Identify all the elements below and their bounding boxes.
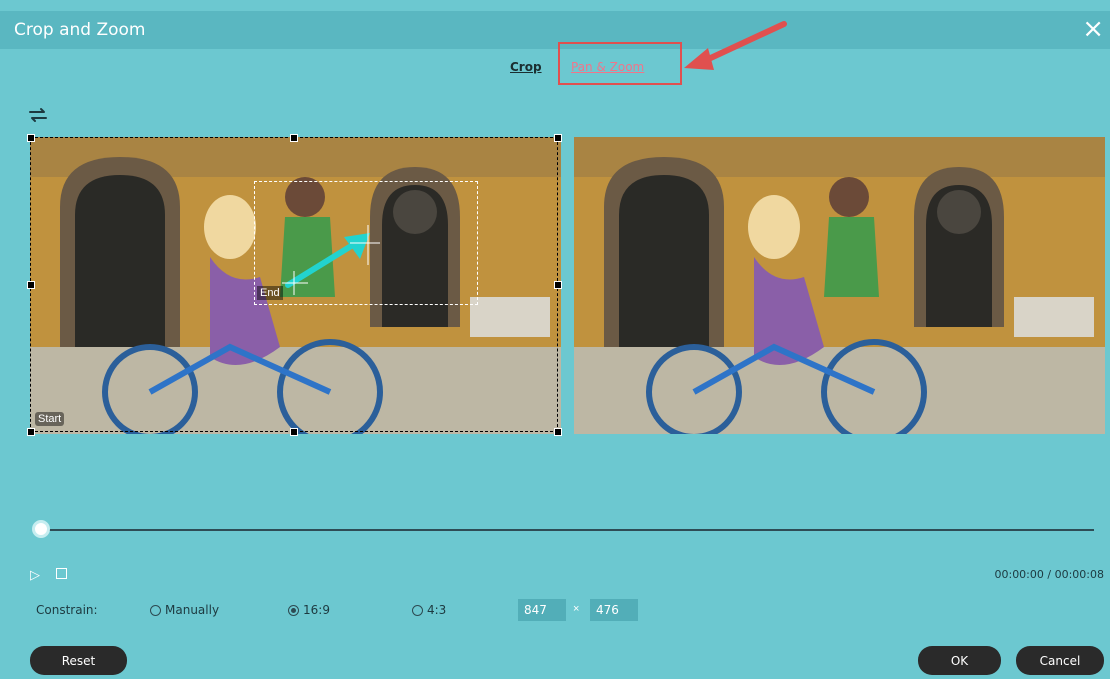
constrain-label: Constrain: — [36, 603, 98, 617]
cancel-button[interactable]: Cancel — [1016, 646, 1104, 675]
window-title: Crop and Zoom — [14, 20, 146, 40]
play-icon[interactable]: ▷ — [30, 567, 40, 583]
timeline-track[interactable] — [42, 529, 1094, 531]
radio-manually-indicator[interactable] — [150, 604, 161, 616]
radio-4-3-indicator[interactable] — [412, 604, 423, 616]
annotation-arrow-icon — [684, 21, 787, 70]
ok-button[interactable]: OK — [918, 646, 1001, 675]
radio-16-9-label: 16:9 — [303, 603, 330, 617]
stop-icon[interactable] — [56, 568, 67, 579]
output-video-preview — [574, 137, 1105, 434]
crop-handle-top-center[interactable] — [290, 134, 298, 142]
crop-handle-top-right[interactable] — [554, 134, 562, 142]
crop-handle-middle-left[interactable] — [27, 281, 35, 289]
crop-handle-middle-right[interactable] — [554, 281, 562, 289]
crop-handle-bottom-right[interactable] — [554, 428, 562, 436]
reset-button[interactable]: Reset — [30, 646, 127, 675]
crop-handle-bottom-left[interactable] — [27, 428, 35, 436]
radio-manually-label: Manually — [165, 603, 220, 617]
radio-16-9-indicator[interactable] — [288, 604, 299, 616]
start-label: Start — [35, 412, 65, 426]
radio-4-3-label: 4:3 — [427, 603, 447, 617]
crop-handle-bottom-center[interactable] — [290, 428, 298, 436]
annotation-highlight-box — [558, 42, 682, 85]
radio-4-3[interactable]: 4:3 — [412, 603, 446, 617]
end-label: End — [257, 286, 283, 300]
pan-direction-arrow-icon — [282, 225, 380, 295]
swap-icon[interactable] — [28, 107, 48, 123]
timeline-scrubber[interactable] — [32, 520, 50, 538]
radio-16-9[interactable]: 16:9 — [288, 603, 330, 617]
tab-crop[interactable]: Crop — [510, 60, 542, 74]
crop-handle-top-left[interactable] — [27, 134, 35, 142]
dimension-separator: × — [573, 603, 580, 615]
timecode: 00:00:00 / 00:00:08 — [994, 568, 1104, 581]
height-input[interactable] — [590, 599, 638, 621]
title-bar: Crop and Zoom × — [0, 11, 1110, 49]
close-icon[interactable]: × — [1082, 14, 1104, 44]
width-input[interactable] — [518, 599, 566, 621]
radio-manually[interactable]: Manually — [150, 603, 219, 617]
